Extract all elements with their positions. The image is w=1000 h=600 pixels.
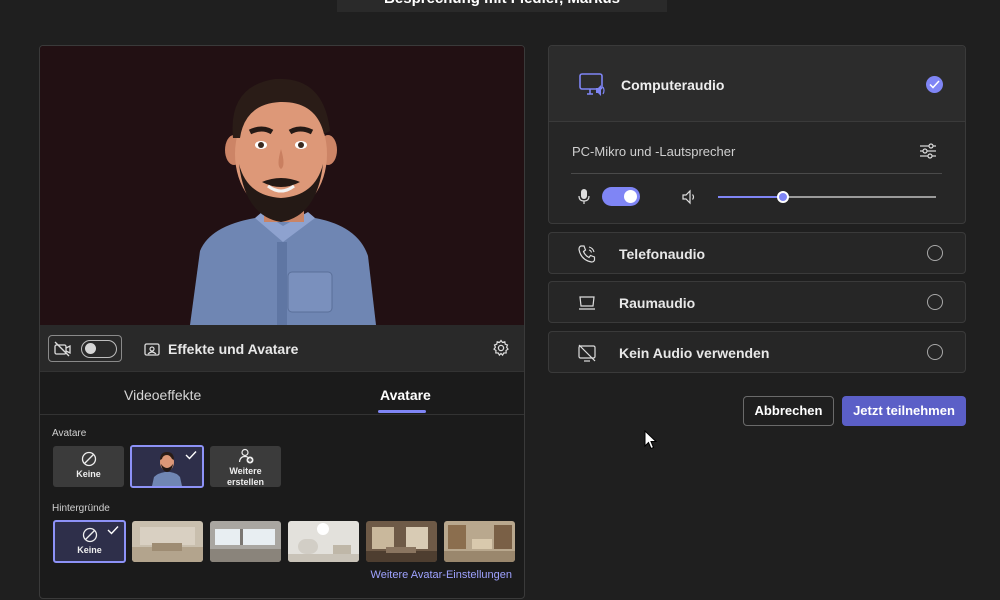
camera-toggle[interactable] (48, 335, 122, 362)
meeting-title: Besprechung mit Fiedler, Markus (337, 0, 667, 12)
no-audio-option[interactable]: Kein Audio verwenden (548, 331, 966, 373)
audio-device-label[interactable]: PC-Mikro und -Lautsprecher (572, 144, 735, 159)
speaker-icon (682, 189, 695, 205)
avatar-none-label: Keine (76, 469, 101, 479)
background-thumbnail[interactable] (132, 521, 203, 562)
check-icon (107, 526, 119, 535)
check-icon (185, 451, 197, 460)
phone-audio-label: Telefonaudio (619, 246, 706, 262)
camera-off-icon (54, 341, 71, 357)
phone-icon (578, 245, 596, 263)
microphone-icon (578, 189, 590, 204)
phone-audio-option[interactable]: Telefonaudio (548, 232, 966, 274)
background-none-tile[interactable]: Keine (53, 520, 126, 563)
room-device-icon (579, 296, 595, 310)
room-audio-radio[interactable] (927, 294, 943, 310)
background-thumbnail[interactable] (288, 521, 359, 562)
background-thumbnail[interactable] (210, 521, 281, 562)
tab-video-effects[interactable]: Videoeffekte (124, 387, 201, 403)
create-avatar-label: Weitere erstellen (226, 466, 265, 487)
computer-audio-panel: Computeraudio PC-Mikro und -Lautsprecher (548, 45, 966, 224)
none-icon (81, 451, 96, 467)
computer-audio-option[interactable]: Computeraudio (549, 46, 965, 122)
background-thumbnail[interactable] (444, 521, 515, 562)
avatar-selected-tile[interactable] (130, 445, 204, 488)
no-audio-radio[interactable] (927, 344, 943, 360)
mouse-cursor-icon (644, 430, 658, 450)
video-preview (40, 46, 524, 325)
volume-slider[interactable] (718, 191, 936, 203)
active-tab-indicator (378, 410, 426, 413)
microphone-toggle[interactable] (602, 187, 640, 206)
more-avatar-settings-link[interactable]: Weitere Avatar-Einstellungen (371, 569, 512, 581)
effects-label: Effekte und Avatare (168, 341, 299, 357)
tab-avatars[interactable]: Avatare (380, 387, 431, 403)
join-now-button[interactable]: Jetzt teilnehmen (842, 396, 966, 426)
cancel-button[interactable]: Abbrechen (743, 396, 834, 426)
effects-tabs: Videoeffekte Avatare (40, 373, 524, 415)
room-audio-option[interactable]: Raumaudio (548, 281, 966, 323)
video-controls-bar: Effekte und Avatare (40, 325, 524, 372)
divider (571, 173, 942, 174)
volume-slider-thumb[interactable] (777, 191, 790, 203)
computer-audio-icon (579, 73, 605, 96)
avatar-preview-image (40, 46, 524, 325)
backgrounds-section-label: Hintergründe (52, 503, 110, 514)
camera-switch[interactable] (81, 340, 117, 358)
avatars-section-label: Avatare (52, 428, 87, 439)
selected-check-icon (926, 76, 943, 93)
avatar-none-tile[interactable]: Keine (53, 446, 124, 487)
add-person-icon (238, 448, 253, 464)
effects-icon (144, 343, 160, 356)
device-settings-icon[interactable] (919, 142, 937, 160)
background-thumbnail[interactable] (366, 521, 437, 562)
video-preview-panel: Effekte und Avatare Videoeffekte Avatare… (39, 45, 525, 599)
computer-audio-label: Computeraudio (621, 77, 725, 93)
background-none-label: Keine (77, 545, 102, 555)
no-audio-label: Kein Audio verwenden (619, 345, 770, 361)
gear-icon[interactable] (492, 339, 510, 357)
room-audio-label: Raumaudio (619, 295, 696, 311)
create-avatar-tile[interactable]: Weitere erstellen (210, 446, 281, 487)
none-icon (82, 527, 97, 543)
phone-audio-radio[interactable] (927, 245, 943, 261)
volume-slider-fill (718, 196, 784, 198)
effects-and-avatars-button[interactable]: Effekte und Avatare (144, 339, 298, 359)
no-audio-icon (578, 344, 596, 362)
